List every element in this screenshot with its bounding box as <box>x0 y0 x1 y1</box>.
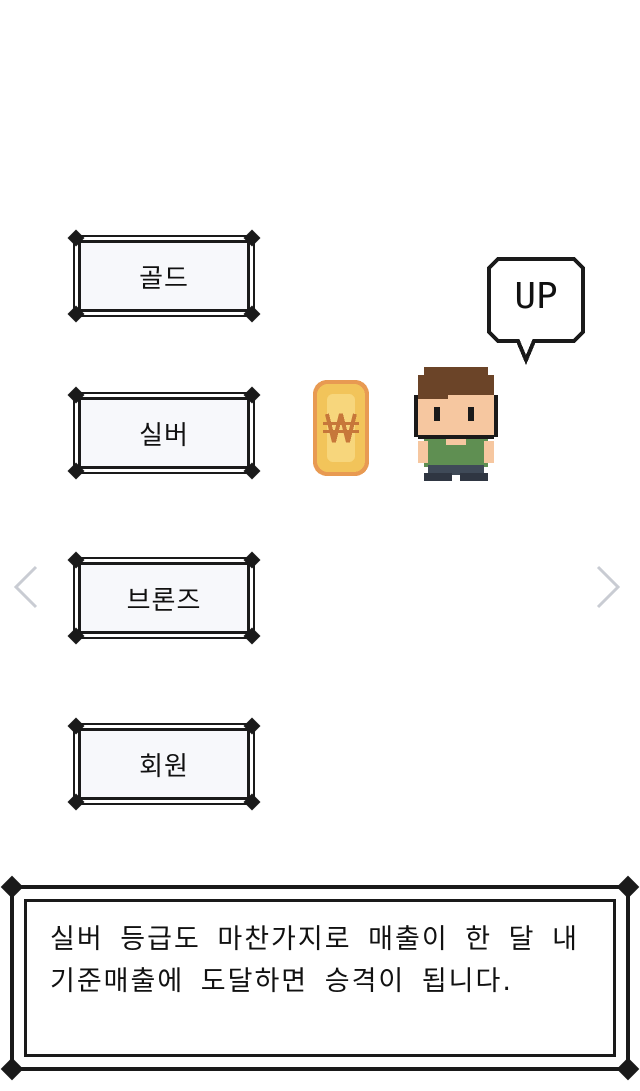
bubble-text: UP <box>514 276 558 317</box>
dialog-line: 기준매출에 도달하면 승격이 됩니다. <box>50 966 513 997</box>
tier-label: 브론즈 <box>126 585 202 616</box>
dialog-text: 실버 등급도 마찬가지로 매출이 한 달 내 기준매출에 도달하면 승격이 됩니… <box>50 919 596 1003</box>
corner-decor <box>243 627 261 645</box>
corner-decor <box>616 1057 640 1081</box>
tier-button-bronze[interactable]: 브론즈 <box>67 551 261 645</box>
corner-decor <box>243 793 261 811</box>
corner-decor <box>67 627 85 645</box>
corner-decor <box>243 551 261 569</box>
corner-decor <box>67 305 85 323</box>
tier-button-member[interactable]: 회원 <box>67 717 261 811</box>
corner-decor <box>0 875 24 899</box>
tier-button-gold[interactable]: 골드 <box>67 229 261 323</box>
corner-decor <box>243 229 261 247</box>
tier-label: 실버 <box>139 420 189 451</box>
corner-decor <box>67 793 85 811</box>
corner-decor <box>243 462 261 480</box>
chevron-right-icon[interactable] <box>594 565 622 609</box>
corner-decor <box>67 551 85 569</box>
corner-decor <box>243 386 261 404</box>
corner-decor <box>616 875 640 899</box>
chevron-left-icon[interactable] <box>12 565 40 609</box>
corner-decor <box>243 305 261 323</box>
pixel-character <box>410 365 502 483</box>
corner-decor <box>243 717 261 735</box>
corner-decor <box>67 229 85 247</box>
corner-decor <box>67 386 85 404</box>
won-coin-icon <box>303 378 379 478</box>
corner-decor <box>67 717 85 735</box>
tier-button-silver[interactable]: 실버 <box>67 386 261 480</box>
dialog-line: 실버 등급도 마찬가지로 매출이 한 달 내 <box>50 924 579 955</box>
corner-decor <box>0 1057 24 1081</box>
tier-label: 회원 <box>139 751 189 782</box>
dialog-box: 실버 등급도 마찬가지로 매출이 한 달 내 기준매출에 도달하면 승격이 됩니… <box>0 875 640 1081</box>
corner-decor <box>67 462 85 480</box>
tier-label: 골드 <box>139 263 189 294</box>
